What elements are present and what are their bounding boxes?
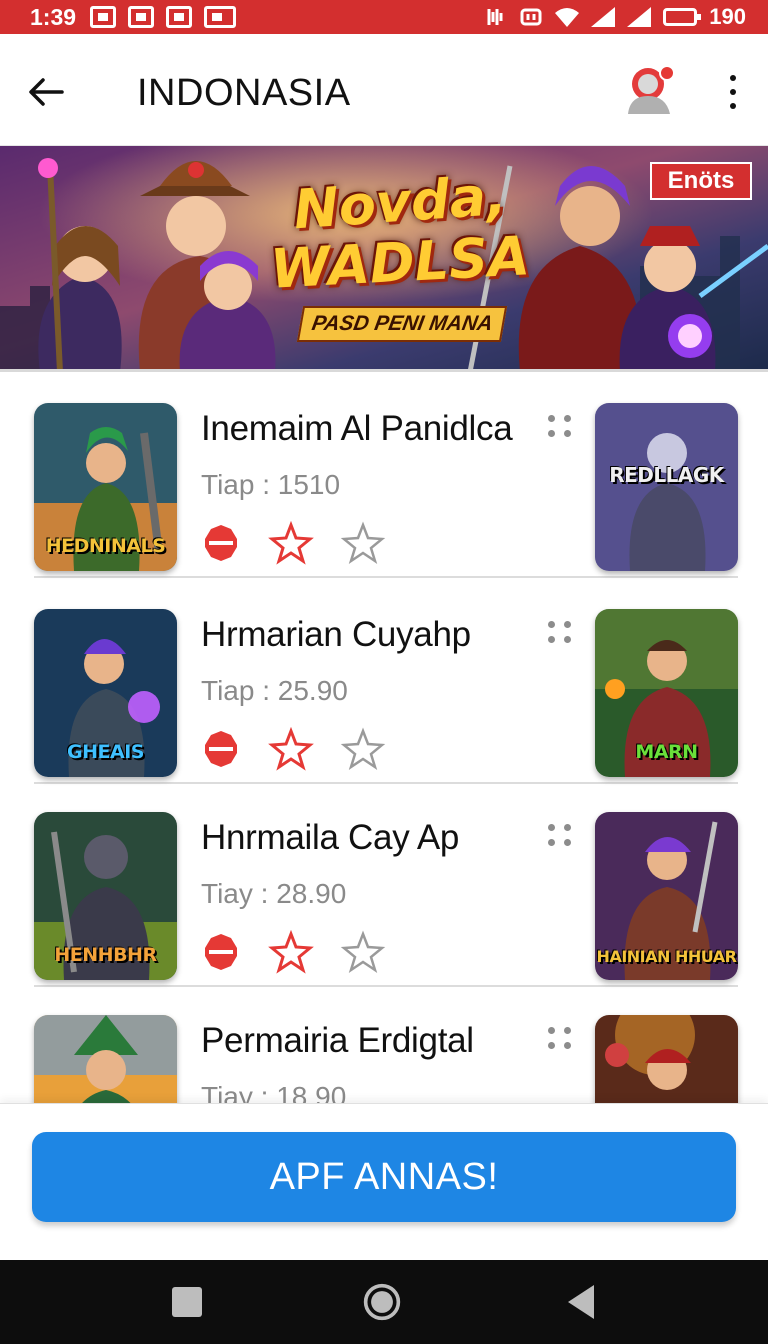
more-dot bbox=[730, 89, 736, 95]
game-thumbnail[interactable] bbox=[34, 1015, 177, 1103]
game-thumbnail[interactable] bbox=[595, 1015, 738, 1103]
back-button[interactable] bbox=[22, 70, 70, 114]
list-item[interactable]: Permairia Erdigtal Tiay : 18.90 bbox=[34, 987, 738, 1103]
footer: APF ANNAS! bbox=[0, 1103, 768, 1260]
list-item[interactable]: HENHBHR Hnrmaila Cay Ap Tiay : 28.90 HAI… bbox=[34, 784, 738, 987]
wifi-icon bbox=[555, 8, 580, 27]
game-art-image bbox=[595, 1015, 738, 1103]
thumb-label: HENHBHR bbox=[54, 944, 157, 966]
item-title: Hrmarian Cuyahp bbox=[201, 615, 471, 654]
star-outline-red-icon bbox=[268, 727, 314, 771]
star-outline-grey-icon bbox=[340, 727, 386, 770]
badge-icon bbox=[205, 525, 237, 561]
square-icon bbox=[172, 1287, 202, 1317]
item-meta: Tiap : 25.90 bbox=[201, 675, 348, 706]
more-options-button[interactable] bbox=[716, 72, 750, 112]
thumb-label: HEDNINALS bbox=[45, 535, 166, 557]
battery-icon bbox=[663, 8, 702, 26]
banner-title: Novda, WADLSA bbox=[269, 164, 531, 301]
game-thumbnail[interactable]: REDLLAGK bbox=[595, 403, 738, 571]
store-notification-icon bbox=[166, 6, 193, 28]
item-title: Inemaim Al Panidlca bbox=[201, 409, 513, 448]
item-meta: Tiay : 18.90 bbox=[201, 1081, 347, 1103]
game-thumbnail[interactable]: GHEAIS bbox=[34, 609, 177, 777]
list-item[interactable]: GHEAIS Hrmarian Cuyahp Tiap : 25.90 MARN bbox=[34, 581, 738, 784]
signal-2-icon bbox=[627, 7, 652, 27]
rating-icons[interactable] bbox=[201, 727, 421, 771]
data-icon bbox=[520, 8, 542, 26]
back-nav-button[interactable] bbox=[561, 1282, 601, 1322]
item-meta: Tiap : 1510 bbox=[201, 469, 341, 500]
star-outline-red-icon bbox=[268, 521, 314, 565]
drag-handle-icon[interactable] bbox=[548, 1027, 572, 1051]
thumb-label: REDLLAGK bbox=[609, 463, 724, 487]
thumb-label: HAINIAN HHUAR bbox=[596, 947, 737, 966]
item-meta: Tiay : 28.90 bbox=[201, 878, 347, 909]
app-bar: INDONASIA bbox=[0, 34, 768, 146]
status-bar: 1:39 190 bbox=[0, 0, 768, 34]
primary-action-button[interactable]: APF ANNAS! bbox=[32, 1132, 736, 1222]
drag-handle-icon[interactable] bbox=[548, 415, 572, 439]
more-dot bbox=[730, 75, 736, 81]
thumb-label: GHEAIS bbox=[67, 741, 144, 763]
sim-notification-icon bbox=[128, 6, 155, 28]
vibrate-icon bbox=[487, 9, 503, 25]
mail-notification-icon bbox=[204, 6, 237, 28]
list-item[interactable]: HEDNINALS Inemaim Al Panidlca Tiap : 151… bbox=[34, 375, 738, 578]
gallery-notification-icon bbox=[90, 6, 117, 28]
star-outline-red-icon bbox=[268, 930, 314, 974]
status-indicators: 190 bbox=[483, 4, 746, 30]
game-thumbnail[interactable]: HAINIAN HHUAR bbox=[595, 812, 738, 980]
rating-icons[interactable] bbox=[201, 521, 421, 565]
badge-icon bbox=[205, 731, 237, 767]
promo-banner[interactable]: Novda, WADLSA PASD PENI MANA Enöts bbox=[0, 146, 768, 372]
rating-icons[interactable] bbox=[201, 930, 421, 974]
banner-subtitle: PASD PENI MANA bbox=[296, 306, 508, 342]
event-badge[interactable]: Enöts bbox=[650, 162, 752, 200]
banner-title-line2: WADLSA bbox=[268, 224, 532, 301]
drag-handle-icon[interactable] bbox=[548, 824, 572, 848]
recents-button[interactable] bbox=[167, 1282, 207, 1322]
status-time: 1:39 bbox=[30, 3, 77, 30]
game-thumbnail[interactable]: HEDNINALS bbox=[34, 403, 177, 571]
profile-button[interactable] bbox=[622, 62, 678, 118]
game-art-image bbox=[595, 403, 738, 571]
badge-icon bbox=[205, 934, 237, 970]
drag-handle-icon[interactable] bbox=[548, 621, 572, 645]
game-list[interactable]: HEDNINALS Inemaim Al Panidlca Tiap : 151… bbox=[0, 375, 768, 1103]
battery-level: 190 bbox=[709, 4, 746, 29]
circle-icon bbox=[363, 1283, 401, 1321]
item-title: Permairia Erdigtal bbox=[201, 1021, 474, 1060]
page-title: INDONASIA bbox=[137, 72, 351, 114]
arrow-left-icon bbox=[29, 78, 64, 106]
thumb-label: MARN bbox=[635, 741, 698, 763]
game-thumbnail[interactable]: MARN bbox=[595, 609, 738, 777]
star-outline-grey-icon bbox=[340, 521, 386, 564]
game-art-image bbox=[34, 1015, 177, 1103]
item-title: Hnrmaila Cay Ap bbox=[201, 818, 460, 857]
home-button[interactable] bbox=[362, 1282, 402, 1322]
system-nav-bar bbox=[0, 1260, 768, 1344]
triangle-back-icon bbox=[568, 1285, 594, 1319]
game-thumbnail[interactable]: HENHBHR bbox=[34, 812, 177, 980]
signal-icon bbox=[591, 7, 616, 27]
user-notification-icon bbox=[628, 65, 675, 114]
more-dot bbox=[730, 103, 736, 109]
star-outline-grey-icon bbox=[340, 930, 386, 973]
notification-icons bbox=[90, 6, 237, 28]
